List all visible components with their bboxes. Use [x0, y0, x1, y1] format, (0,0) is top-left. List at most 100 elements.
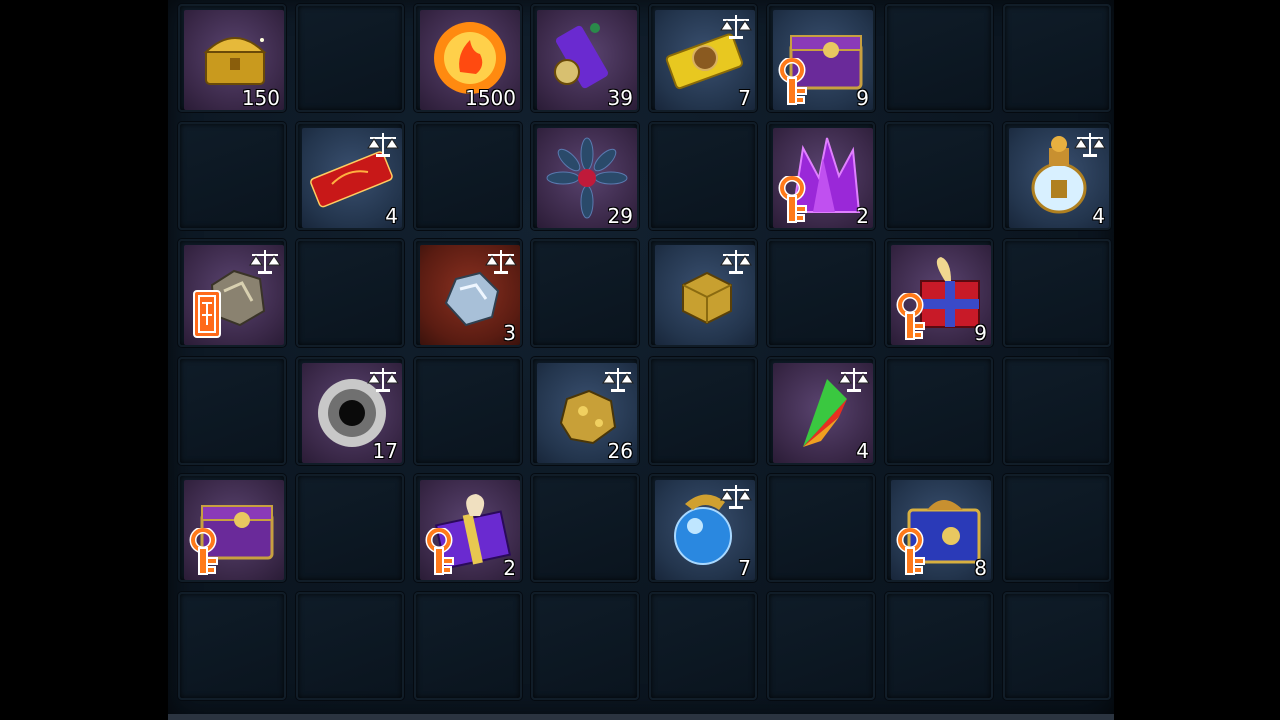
red-talisman-icon[interactable]: 4	[302, 128, 402, 228]
locked-key-icon	[778, 58, 807, 105]
locked-key-icon	[896, 293, 925, 340]
inventory-slot[interactable]: 1500	[414, 4, 522, 112]
item-quantity: 26	[607, 439, 633, 463]
inventory-slot[interactable]	[649, 239, 757, 347]
purple-gift-box-icon[interactable]: 2	[420, 480, 520, 580]
inventory-slot-empty[interactable]	[414, 122, 522, 230]
purple-crystal-cluster-icon[interactable]: 2	[773, 128, 873, 228]
inventory-slot[interactable]	[178, 239, 286, 347]
gold-nugget-icon[interactable]: 26	[537, 363, 637, 463]
tradeable-scale-icon	[367, 368, 399, 392]
dark-vortex-orb-icon[interactable]: 17	[302, 363, 402, 463]
inventory-slot-empty[interactable]	[296, 4, 404, 112]
moonstone-icon[interactable]: 3	[420, 245, 520, 345]
inventory-slot[interactable]: 4	[296, 122, 404, 230]
inventory-slot-empty[interactable]	[649, 592, 757, 700]
item-quantity: 8	[974, 556, 987, 580]
blue-dragon-chest-icon[interactable]: 8	[891, 480, 991, 580]
inventory-slot[interactable]: 26	[531, 357, 639, 465]
item-quantity: 29	[607, 204, 633, 228]
item-quantity: 39	[607, 86, 633, 110]
inventory-slot[interactable]: 2	[414, 474, 522, 582]
inventory-slot-empty[interactable]	[178, 122, 286, 230]
gold-charm-talisman-icon[interactable]: 7	[655, 10, 755, 110]
inventory-slot-empty[interactable]	[1003, 239, 1111, 347]
tradeable-scale-icon	[485, 250, 517, 274]
gold-cube-icon[interactable]	[655, 245, 755, 345]
inventory-slot-empty[interactable]	[885, 357, 993, 465]
inventory-slot-empty[interactable]	[1003, 592, 1111, 700]
locked-key-icon	[778, 176, 807, 223]
inventory-slot-empty[interactable]	[767, 592, 875, 700]
item-quantity: 7	[738, 86, 751, 110]
tradeable-scale-icon	[720, 15, 752, 39]
tradeable-scale-icon	[602, 368, 634, 392]
inventory-slot-empty[interactable]	[296, 592, 404, 700]
inventory-slot-empty[interactable]	[885, 592, 993, 700]
inventory-grid: 150 1500 39 7 9 4 29 2 4 3 9 17 26 4 2 7 8	[176, 0, 1114, 714]
inventory-slot[interactable]: 29	[531, 122, 639, 230]
locked-key-icon	[896, 528, 925, 575]
inventory-slot-empty[interactable]	[296, 239, 404, 347]
inventory-slot-empty[interactable]	[178, 592, 286, 700]
tradeable-scale-icon	[367, 133, 399, 157]
item-quantity: 4	[1092, 204, 1105, 228]
inventory-slot[interactable]: 9	[885, 239, 993, 347]
inventory-slot[interactable]: 8	[885, 474, 993, 582]
inventory-slot[interactable]: 9	[767, 4, 875, 112]
item-quantity: 3	[503, 321, 516, 345]
inventory-slot-empty[interactable]	[767, 239, 875, 347]
inventory-slot[interactable]	[178, 474, 286, 582]
inventory-slot[interactable]: 4	[767, 357, 875, 465]
inventory-slot-empty[interactable]	[178, 357, 286, 465]
item-quantity: 9	[974, 321, 987, 345]
inventory-slot[interactable]: 3	[414, 239, 522, 347]
tradeable-scale-icon	[1074, 133, 1106, 157]
inventory-slot-empty[interactable]	[885, 4, 993, 112]
item-quantity: 17	[372, 439, 398, 463]
inventory-panel: 150 1500 39 7 9 4 29 2 4 3 9 17 26 4 2 7 8	[168, 0, 1114, 720]
inventory-slot[interactable]: 150	[178, 4, 286, 112]
inventory-slot-empty[interactable]	[649, 357, 757, 465]
bound-seal-icon	[193, 290, 221, 338]
inventory-slot-empty[interactable]	[767, 474, 875, 582]
red-gift-box-icon[interactable]: 9	[891, 245, 991, 345]
item-quantity: 2	[503, 556, 516, 580]
tradeable-scale-icon	[720, 485, 752, 509]
inventory-slot-empty[interactable]	[649, 122, 757, 230]
purple-locked-chest-icon[interactable]: 9	[773, 10, 873, 110]
inventory-slot[interactable]: 7	[649, 474, 757, 582]
item-quantity: 150	[241, 86, 280, 110]
inventory-slot-empty[interactable]	[531, 592, 639, 700]
locked-key-icon	[425, 528, 454, 575]
inventory-slot-empty[interactable]	[414, 357, 522, 465]
item-quantity: 7	[738, 556, 751, 580]
purple-charm-talisman-icon[interactable]: 39	[537, 10, 637, 110]
item-quantity: 9	[856, 86, 869, 110]
inventory-slot-empty[interactable]	[531, 239, 639, 347]
golden-potion-icon[interactable]: 4	[1009, 128, 1109, 228]
inventory-slot-empty[interactable]	[1003, 357, 1111, 465]
inventory-slot-empty[interactable]	[1003, 4, 1111, 112]
purple-locked-chest-icon[interactable]	[184, 480, 284, 580]
locked-key-icon	[189, 528, 218, 575]
inventory-slot-empty[interactable]	[885, 122, 993, 230]
item-quantity: 1500	[465, 86, 516, 110]
inventory-slot[interactable]: 7	[649, 4, 757, 112]
gold-treasure-chest-icon[interactable]: 150	[184, 10, 284, 110]
item-quantity: 4	[385, 204, 398, 228]
rainbow-crystal-shard-icon[interactable]: 4	[773, 363, 873, 463]
inventory-slot-empty[interactable]	[1003, 474, 1111, 582]
inventory-slot[interactable]: 2	[767, 122, 875, 230]
silver-ore-icon[interactable]	[184, 245, 284, 345]
inventory-slot[interactable]: 39	[531, 4, 639, 112]
dark-flower-core-icon[interactable]: 29	[537, 128, 637, 228]
inventory-slot-empty[interactable]	[414, 592, 522, 700]
dragon-crystal-ball-icon[interactable]: 7	[655, 480, 755, 580]
inventory-slot-empty[interactable]	[531, 474, 639, 582]
fire-orb-icon[interactable]: 1500	[420, 10, 520, 110]
tradeable-scale-icon	[720, 250, 752, 274]
inventory-slot-empty[interactable]	[296, 474, 404, 582]
inventory-slot[interactable]: 17	[296, 357, 404, 465]
inventory-slot[interactable]: 4	[1003, 122, 1111, 230]
